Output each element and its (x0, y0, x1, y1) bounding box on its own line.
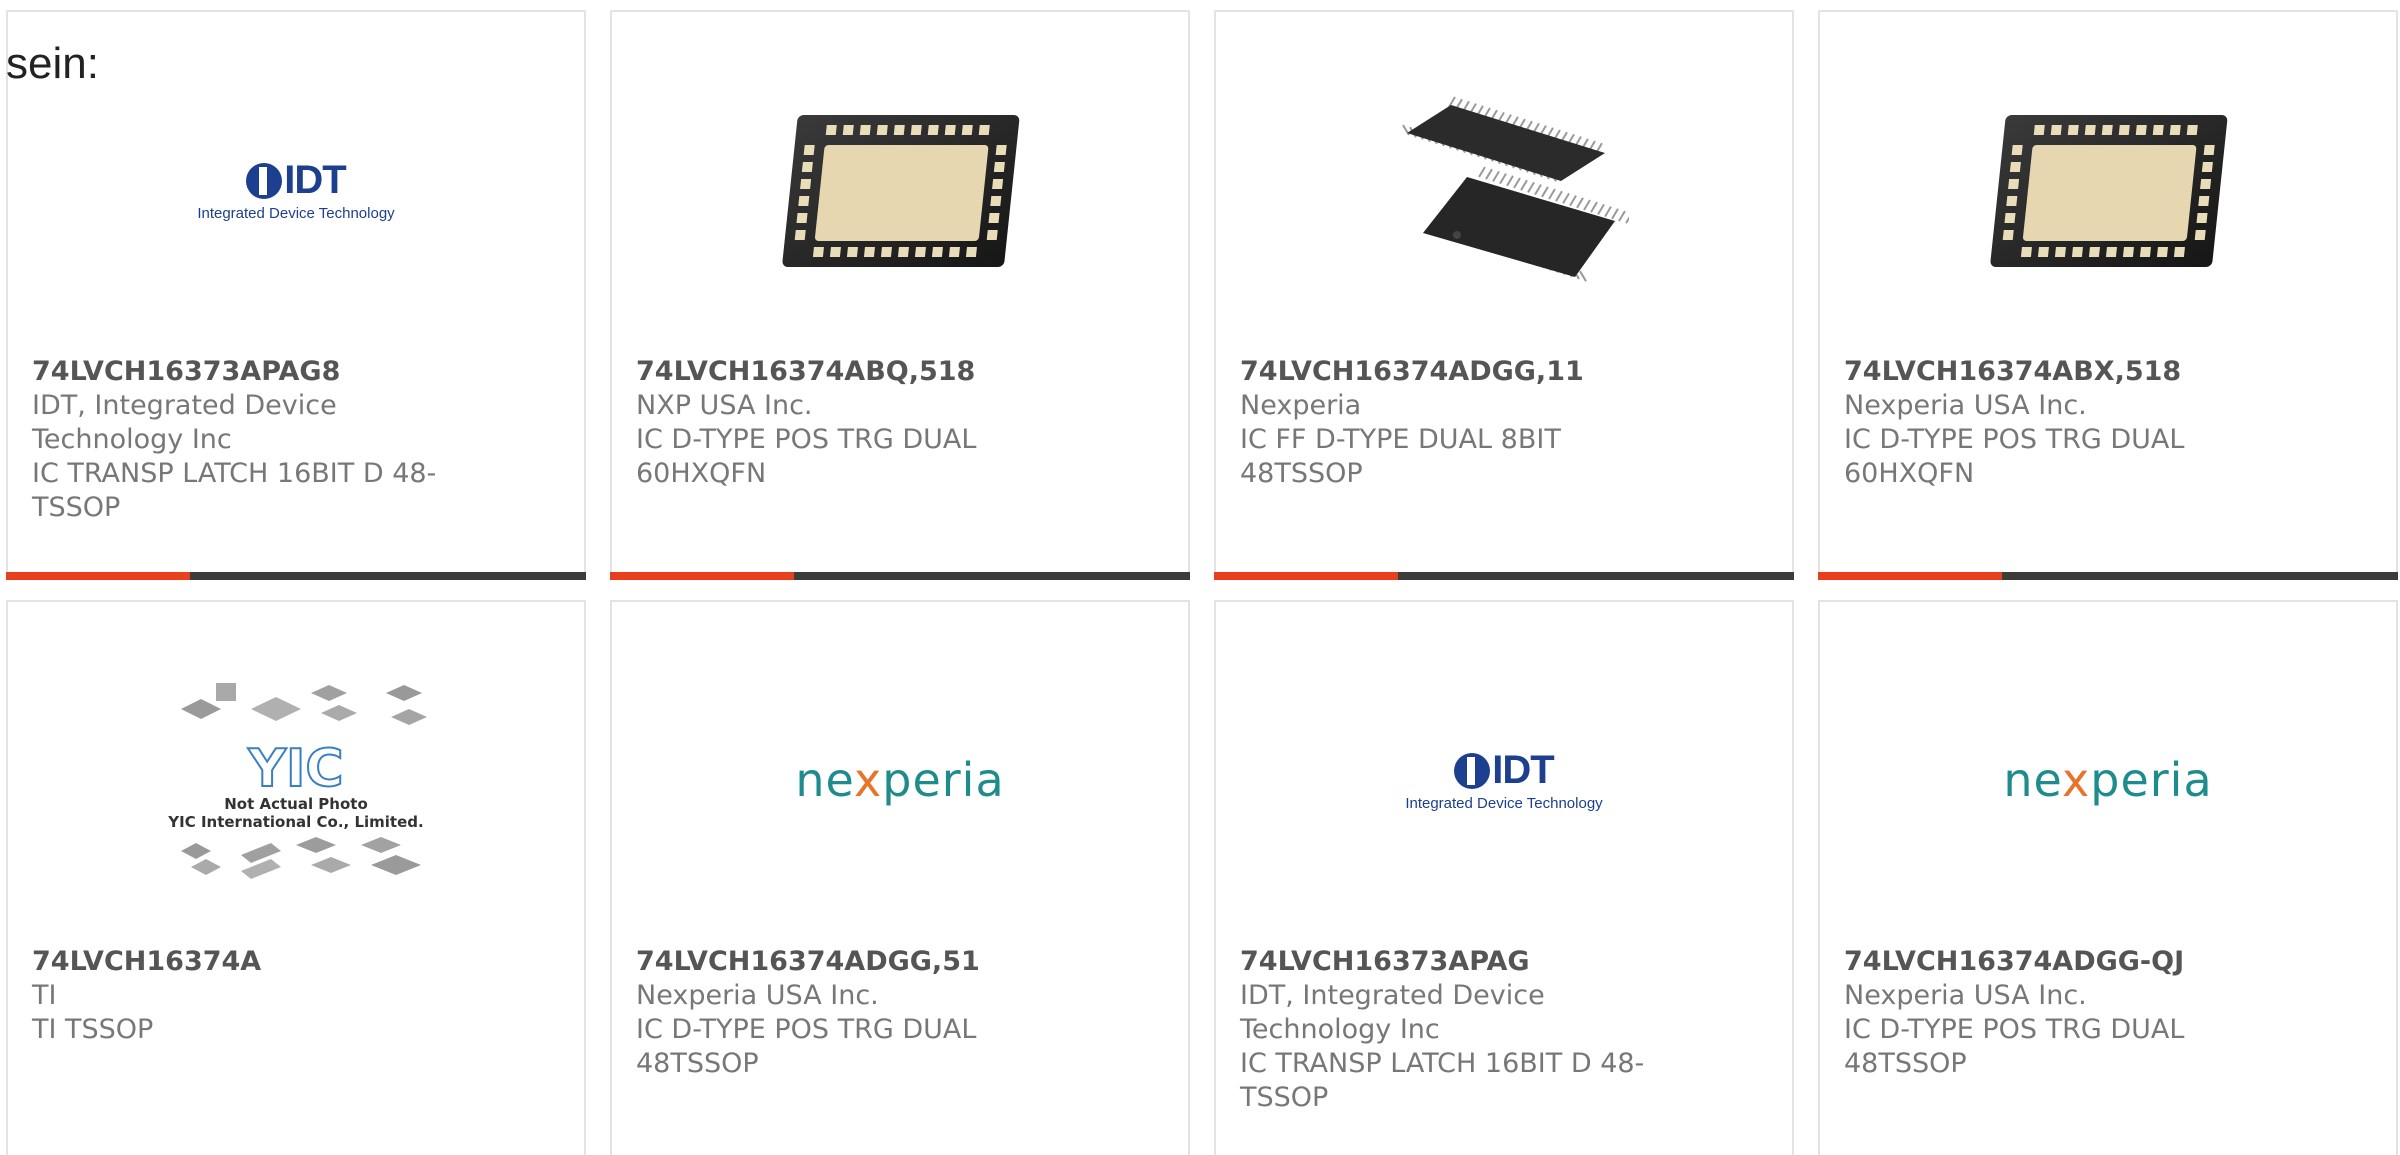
product-image[interactable]: IDT Integrated Device Technology (161, 80, 431, 300)
product-card[interactable]: nexperia 74LVCH16374ADGG,51 Nexperia USA… (610, 600, 1190, 1155)
part-number-link[interactable]: 74LVCH16374ADGG,11 (1240, 355, 1672, 389)
product-card[interactable]: nexperia 74LVCH16374ADGG-QJ Nexperia USA… (1818, 600, 2398, 1155)
part-number-link[interactable]: 74LVCH16374ADGG,51 (636, 945, 1068, 979)
qfn-chip-image (782, 115, 1020, 267)
prefix-text: sein: (6, 39, 99, 88)
product-image[interactable]: YIC Not Actual Photo YIC International Co… (161, 670, 431, 890)
placeholder-image: YIC Not Actual Photo YIC International Co… (161, 679, 431, 881)
product-card[interactable]: YIC Not Actual Photo YIC International Co… (6, 600, 586, 1155)
product-info: 74LVCH16373APAG IDT, Integrated Device T… (1240, 945, 1672, 1115)
manufacturer-name: NXP USA Inc. (636, 390, 813, 421)
product-description: IC D-TYPE POS TRG DUAL 48TSSOP (1844, 1014, 2185, 1079)
nexperia-logo: nexperia (795, 753, 1005, 807)
yic-logo-text: YIC (247, 739, 344, 799)
card-bottom-bar (6, 572, 586, 580)
product-image[interactable] (1973, 80, 2243, 300)
product-card[interactable]: 74LVCH16374ABX,518 Nexperia USA Inc. IC … (1818, 10, 2398, 580)
product-info: 74LVCH16374ABX,518 Nexperia USA Inc. IC … (1844, 355, 2276, 491)
not-actual-photo-note: Not Actual Photo YIC International Co., L… (168, 795, 424, 831)
product-description: IC D-TYPE POS TRG DUAL 48TSSOP (636, 1014, 977, 1079)
product-image[interactable] (1369, 80, 1639, 300)
product-image[interactable]: IDT Integrated Device Technology (1369, 670, 1639, 890)
manufacturer-name: TI (32, 980, 57, 1011)
card-bottom-bar (1818, 572, 2398, 580)
product-description: TI TSSOP (32, 1014, 154, 1045)
product-image[interactable]: nexperia (765, 670, 1035, 890)
part-number-link[interactable]: 74LVCH16373APAG8 (32, 355, 464, 389)
part-number-link[interactable]: 74LVCH16374ADGG-QJ (1844, 945, 2276, 979)
part-number-link[interactable]: 74LVCH16374A (32, 945, 464, 979)
card-accent-bar (6, 572, 190, 580)
card-accent-bar (1818, 572, 2002, 580)
product-description: IC TRANSP LATCH 16BIT D 48-TSSOP (1240, 1048, 1645, 1113)
manufacturer-name: Nexperia (1240, 390, 1362, 421)
idt-logo: IDT Integrated Device Technology (1405, 748, 1603, 812)
nexperia-logo: nexperia (2003, 753, 2213, 807)
part-number-link[interactable]: 74LVCH16374ABX,518 (1844, 355, 2276, 389)
part-number-link[interactable]: 74LVCH16374ABQ,518 (636, 355, 1068, 389)
product-card[interactable]: 74LVCH16374ADGG,11 Nexperia IC FF D-TYPE… (1214, 10, 1794, 580)
product-description: IC TRANSP LATCH 16BIT D 48-TSSOP (32, 458, 437, 523)
qfn-chip-image (1990, 115, 2228, 267)
product-description: IC D-TYPE POS TRG DUAL 60HXQFN (636, 424, 977, 489)
product-description: IC D-TYPE POS TRG DUAL 60HXQFN (1844, 424, 2185, 489)
product-card[interactable]: IDT Integrated Device Technology 74LVCH1… (1214, 600, 1794, 1155)
product-info: 74LVCH16374ABQ,518 NXP USA Inc. IC D-TYP… (636, 355, 1068, 491)
product-info: 74LVCH16374ADGG,51 Nexperia USA Inc. IC … (636, 945, 1068, 1081)
card-accent-bar (1214, 572, 1398, 580)
manufacturer-name: Nexperia USA Inc. (1844, 390, 2087, 421)
product-info: 74LVCH16374ADGG-QJ Nexperia USA Inc. IC … (1844, 945, 2276, 1081)
idt-swirl-icon (1454, 752, 1491, 789)
product-card[interactable]: IDT Integrated Device Technology 74LVCH1… (6, 10, 586, 580)
manufacturer-name: Nexperia USA Inc. (1844, 980, 2087, 1011)
card-bottom-bar (610, 572, 1190, 580)
card-accent-bar (610, 572, 794, 580)
tssop-chip-image (1402, 96, 1629, 282)
idt-swirl-icon (246, 162, 283, 199)
product-info: 74LVCH16374A TI TI TSSOP (32, 945, 464, 1047)
part-number-link[interactable]: 74LVCH16373APAG (1240, 945, 1672, 979)
product-grid-page: sein: IDT Integrated Device Technology 7… (0, 0, 2400, 1155)
idt-logo: IDT Integrated Device Technology (197, 158, 395, 222)
product-image[interactable]: nexperia (1973, 670, 2243, 890)
product-card[interactable]: 74LVCH16374ABQ,518 NXP USA Inc. IC D-TYP… (610, 10, 1190, 580)
manufacturer-name: IDT, Integrated Device Technology Inc (1240, 980, 1545, 1045)
product-info: 74LVCH16373APAG8 IDT, Integrated Device … (32, 355, 464, 525)
product-info: 74LVCH16374ADGG,11 Nexperia IC FF D-TYPE… (1240, 355, 1672, 491)
manufacturer-name: Nexperia USA Inc. (636, 980, 879, 1011)
card-bottom-bar (1214, 572, 1794, 580)
product-image[interactable] (765, 80, 1035, 300)
manufacturer-name: IDT, Integrated Device Technology Inc (32, 390, 337, 455)
product-description: IC FF D-TYPE DUAL 8BIT 48TSSOP (1240, 424, 1561, 489)
